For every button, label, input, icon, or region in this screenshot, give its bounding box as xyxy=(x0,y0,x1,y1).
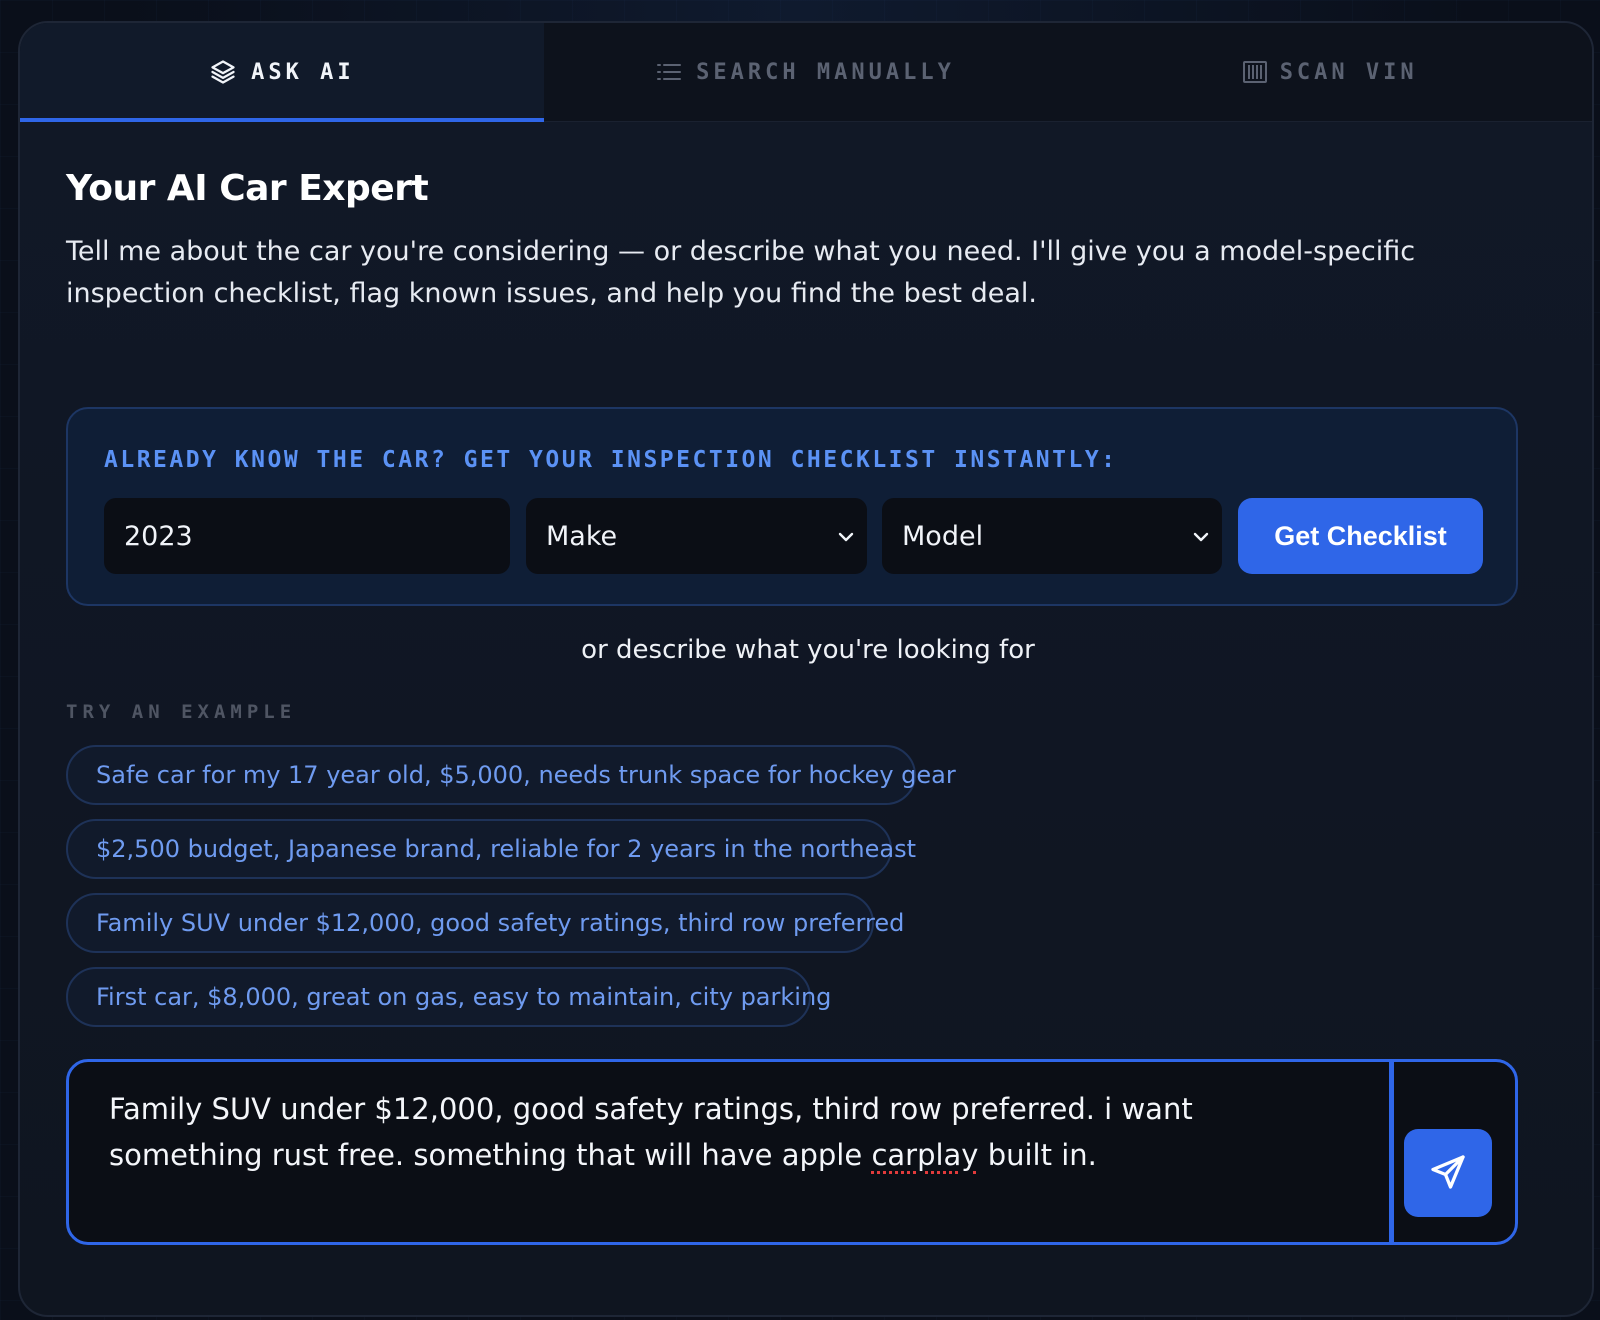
chevron-down-icon xyxy=(1190,524,1212,555)
example-chip[interactable]: Safe car for my 17 year old, $5,000, nee… xyxy=(66,745,956,805)
model-select[interactable]: Model xyxy=(882,498,1222,574)
example-chip[interactable]: Family SUV under $12,000, good safety ra… xyxy=(66,893,904,953)
quick-checklist-card: ALREADY KNOW THE CAR? GET YOUR INSPECTIO… xyxy=(66,407,1518,606)
ask-ai-panel: ASK AI SEARCH MANUALLY SCAN VIN Your AI … xyxy=(18,21,1594,1317)
tab-search-manually[interactable]: SEARCH MANUALLY xyxy=(544,23,1068,121)
layers-icon xyxy=(209,58,237,86)
page-title: Your AI Car Expert xyxy=(66,168,429,209)
divider-text: or describe what you're looking for xyxy=(581,635,1035,665)
list-icon xyxy=(656,61,682,83)
year-value: 2023 xyxy=(124,520,193,552)
make-value: Make xyxy=(546,520,618,552)
misspelled-word: carplay xyxy=(871,1138,979,1172)
tab-label: ASK AI xyxy=(251,59,355,85)
send-button[interactable] xyxy=(1404,1129,1492,1217)
barcode-icon xyxy=(1242,60,1268,84)
message-composer[interactable]: Family SUV under $12,000, good safety ra… xyxy=(66,1059,1518,1245)
model-value: Model xyxy=(902,520,984,552)
tab-label: SCAN VIN xyxy=(1279,59,1418,85)
message-text-end: built in. xyxy=(978,1138,1097,1172)
example-chip[interactable]: $2,500 budget, Japanese brand, reliable … xyxy=(66,819,916,879)
make-select[interactable]: Make xyxy=(526,498,867,574)
intro-text: Tell me about the car you're considering… xyxy=(66,236,1416,309)
tab-bar: ASK AI SEARCH MANUALLY SCAN VIN xyxy=(20,23,1592,122)
examples-label: TRY AN EXAMPLE xyxy=(66,701,297,723)
chevron-down-icon xyxy=(835,524,857,555)
message-input[interactable]: Family SUV under $12,000, good safety ra… xyxy=(109,1086,1349,1178)
send-icon xyxy=(1428,1152,1468,1195)
example-chip[interactable]: First car, $8,000, great on gas, easy to… xyxy=(66,967,831,1027)
year-input[interactable]: 2023 xyxy=(104,498,510,574)
composer-divider xyxy=(1389,1062,1394,1242)
tab-ask-ai[interactable]: ASK AI xyxy=(20,23,544,122)
tab-scan-vin[interactable]: SCAN VIN xyxy=(1067,23,1592,121)
quick-checklist-title: ALREADY KNOW THE CAR? GET YOUR INSPECTIO… xyxy=(104,447,1118,473)
get-checklist-button[interactable]: Get Checklist xyxy=(1238,498,1483,574)
tab-label: SEARCH MANUALLY xyxy=(696,59,955,85)
